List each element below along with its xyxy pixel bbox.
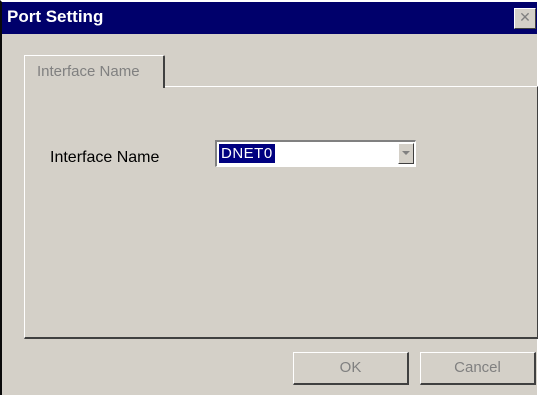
window-title: Port Setting xyxy=(7,7,104,26)
close-button[interactable]: ✕ xyxy=(514,8,536,29)
tab-label: Interface Name xyxy=(37,63,140,80)
close-icon: ✕ xyxy=(519,10,531,26)
port-setting-dialog: Port Setting ✕ Interface Name Interface … xyxy=(0,0,540,395)
tab-panel xyxy=(24,86,538,339)
tab-interface-name[interactable]: Interface Name xyxy=(24,55,165,88)
cancel-button[interactable]: Cancel xyxy=(420,352,536,385)
title-bar[interactable]: Port Setting ✕ xyxy=(2,2,537,34)
ok-button[interactable]: OK xyxy=(293,352,409,385)
